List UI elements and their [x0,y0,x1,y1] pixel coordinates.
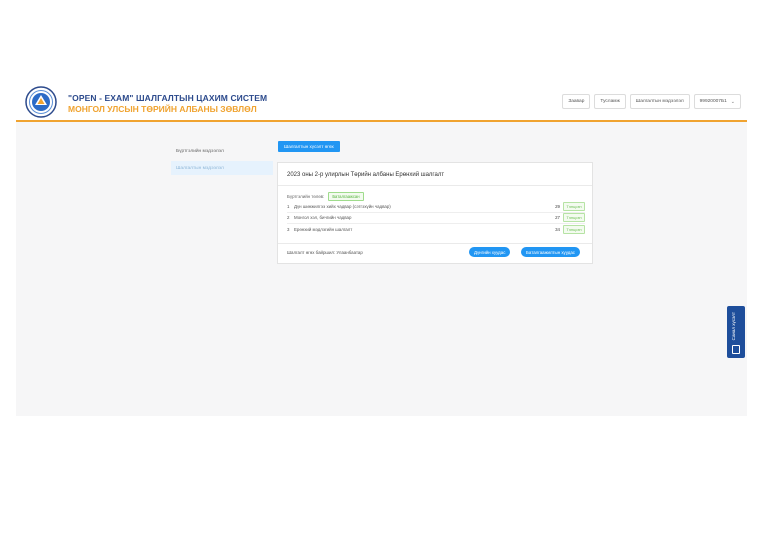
apply-exam-button[interactable]: Шалгалтын хүсэлт өгөх [278,141,340,152]
feedback-icon [732,345,740,354]
brand-title: "OPEN - EXAM" ШАЛГАЛТЫН ЦАХИМ СИСТЕМ [68,93,268,103]
chevron-down-icon: ⌄ [730,98,735,105]
exam-number: 3 [287,227,290,233]
exam-location: Шалгалт өгөх байршил: Улаанбаатар [287,250,363,255]
nav-help-button[interactable]: Тусламж [594,94,626,109]
nav-exam-info-button[interactable]: Шалгалтын мэдээлэл [629,94,690,109]
exam-card: 2023 оны 2-р улирлын Төрийн албаны Ерөнх… [277,162,593,264]
list-item: 2 Монгол хэл, бичгийн чадвар 27 Тэнцсэн [287,213,585,224]
status-badge: Баталгаажсан [328,192,364,201]
exam-number: 2 [287,215,290,221]
exam-name: Дүн шинжилгээ хийх чадвар (сэтгэхүйн чад… [294,203,391,209]
card-divider [278,185,592,186]
feedback-label: Санал хүсэлт [731,312,736,341]
result-sheet-button[interactable]: Дүнгийн хуудас [469,247,511,257]
brand-subtitle: МОНГОЛ УЛСЫН ТӨРИЙН АЛБАНЫ ЗӨВЛӨЛ [68,104,257,114]
top-nav: Заавар Тусламж Шалгалтын мэдээлэл 999200… [562,94,741,109]
feedback-button[interactable]: Санал хүсэлт [727,306,745,358]
user-id: 99920007Б1 [699,99,727,104]
app-window: "OPEN - EXAM" ШАЛГАЛТЫН ЦАХИМ СИСТЕМ МОН… [16,82,747,416]
nav-guide-button[interactable]: Заавар [562,94,591,109]
exam-number: 1 [287,203,290,209]
exam-score: 29 [555,203,560,209]
header: "OPEN - EXAM" ШАЛГАЛТЫН ЦАХИМ СИСТЕМ МОН… [16,82,747,122]
result-badge: Тэнцсэн [563,225,585,235]
sidebar-item-exam-info[interactable]: Шалгалтын мэдээлэл [171,161,273,175]
status-label: Бүртгэлийн төлөв: [287,194,325,199]
user-menu-button[interactable]: 99920007Б1 ⌄ [693,94,741,109]
list-item: 3 Ерөнхий мэдлэгийн шалгалт 34 Тэнцсэн [287,224,585,236]
result-badge: Тэнцсэн [563,201,585,211]
sidebar-item-registration[interactable]: Бүртгэлийн мэдээлэл [171,144,273,158]
exam-score: 34 [555,227,560,233]
exam-name: Ерөнхий мэдлэгийн шалгалт [294,227,353,233]
registration-status: Бүртгэлийн төлөв: Баталгаажсан [287,192,364,201]
result-badge: Тэнцсэн [563,213,585,223]
list-item: 1 Дүн шинжилгээ хийх чадвар (сэтгэхүйн ч… [287,201,585,213]
logo-emblem-icon [25,86,57,118]
exam-name: Монгол хэл, бичгийн чадвар [294,215,352,221]
card-divider [278,243,592,244]
certificate-sheet-button[interactable]: Баталгаажилтын хуудас [521,247,580,257]
exam-list: 1 Дүн шинжилгээ хийх чадвар (сэтгэхүйн ч… [287,201,585,236]
exam-score: 27 [555,215,560,221]
exam-card-title: 2023 оны 2-р улирлын Төрийн албаны Ерөнх… [287,172,445,178]
sidebar: Бүртгэлийн мэдээлэл Шалгалтын мэдээлэл [171,144,273,178]
